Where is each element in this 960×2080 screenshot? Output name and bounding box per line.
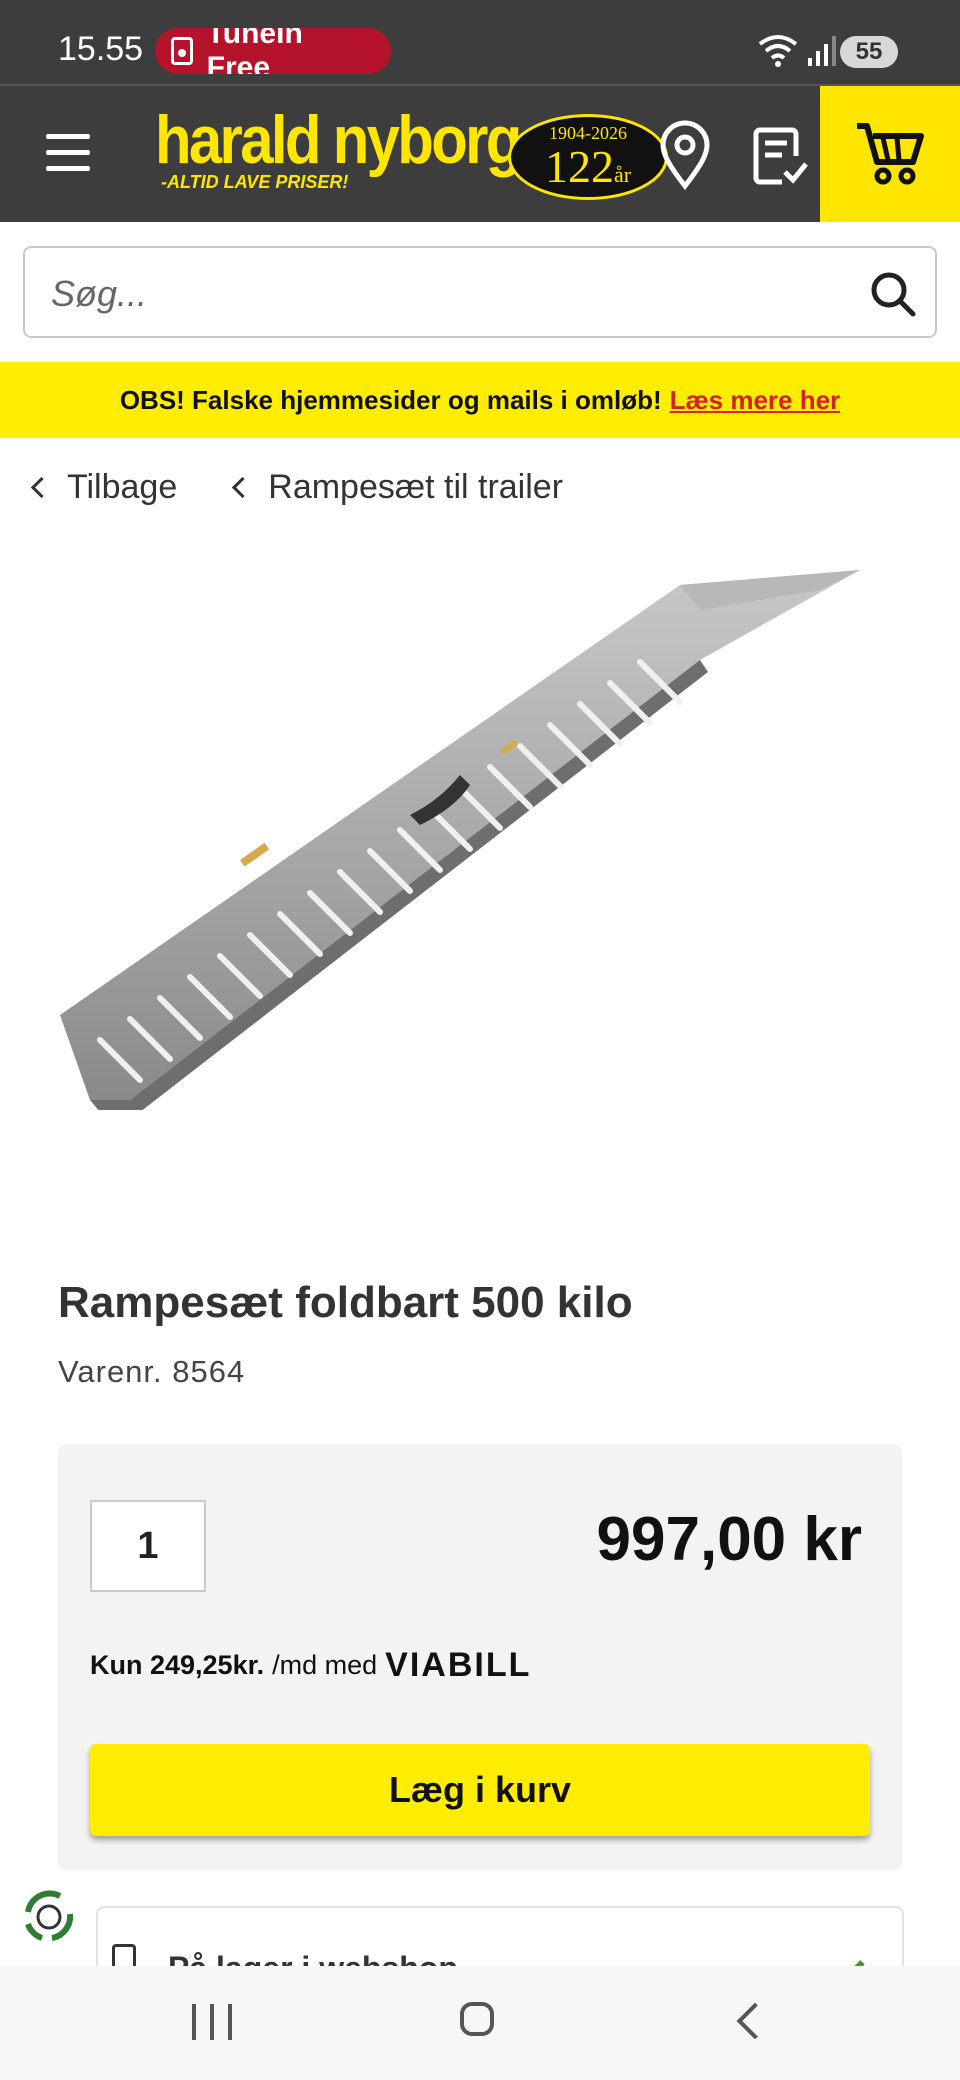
recent-apps-button[interactable]: [192, 2004, 232, 2040]
anniversary-badge: 1904-2026 122år: [508, 114, 668, 200]
notice-link[interactable]: Læs mere her: [670, 385, 841, 416]
back-button[interactable]: [736, 2002, 774, 2040]
quantity-input[interactable]: 1: [90, 1500, 206, 1592]
breadcrumb: Tilbage Rampesæt til trailer: [28, 462, 563, 512]
anniversary-suffix: år: [613, 162, 632, 187]
product-sku: Varenr. 8564: [58, 1354, 246, 1389]
viabill-logo: VIABILL: [385, 1646, 532, 1684]
site-logo[interactable]: harald nyborg -ALTID LAVE PRISER!: [155, 102, 522, 204]
buy-box: 1 997,00 kr Kun 249,25kr. /md med VIABIL…: [58, 1444, 902, 1870]
speaker-icon: [171, 37, 193, 65]
financing-text: /md med: [272, 1650, 378, 1680]
menu-button[interactable]: [46, 134, 90, 171]
chevron-left-icon: [30, 476, 53, 498]
chevron-left-icon: [232, 476, 254, 498]
fraud-notice-banner: OBS! Falske hjemmesider og mails i omløb…: [0, 362, 960, 438]
hamburger-icon: [46, 134, 90, 139]
wifi-icon: [758, 35, 798, 67]
notification-label: TuneIn Free: [206, 28, 303, 74]
search-icon[interactable]: [869, 270, 917, 318]
system-nav-bar: [0, 1966, 960, 2080]
financing-info[interactable]: Kun 249,25kr. /md med VIABILL: [90, 1646, 531, 1685]
signal-icon: [808, 36, 836, 66]
product-image[interactable]: [60, 540, 900, 1110]
store-locator-icon[interactable]: [658, 120, 712, 190]
anniversary-number: 122: [544, 141, 614, 192]
status-time: 15.55: [58, 30, 144, 68]
status-bar: 15.55 TuneIn Free 55: [0, 0, 960, 84]
notification-pill[interactable]: TuneIn Free: [155, 28, 391, 74]
product-price: 997,00 kr: [596, 1505, 862, 1574]
notice-text: OBS! Falske hjemmesider og mails i omløb…: [119, 384, 662, 415]
category-link[interactable]: Rampesæt til trailer: [229, 468, 563, 507]
logo-wordmark: harald nyborg: [155, 102, 522, 178]
search-box: [23, 246, 937, 338]
cart-icon: [857, 123, 924, 185]
cart-button[interactable]: [820, 86, 960, 222]
product-title: Rampesæt foldbart 500 kilo: [58, 1278, 633, 1327]
shopping-list-icon[interactable]: [752, 126, 808, 188]
financing-amount: Kun 249,25kr.: [90, 1650, 265, 1680]
add-to-cart-button[interactable]: Læg i kurv: [90, 1744, 870, 1836]
category-label: Rampesæt til trailer: [268, 467, 564, 506]
back-label: Tilbage: [67, 467, 178, 506]
back-link[interactable]: Tilbage: [28, 468, 177, 507]
site-header: harald nyborg -ALTID LAVE PRISER! 1904-2…: [0, 84, 960, 222]
home-button[interactable]: [460, 2002, 494, 2036]
battery-indicator: 55: [840, 36, 898, 68]
recycle-icon[interactable]: [16, 1884, 82, 1950]
search-input[interactable]: [49, 268, 853, 320]
